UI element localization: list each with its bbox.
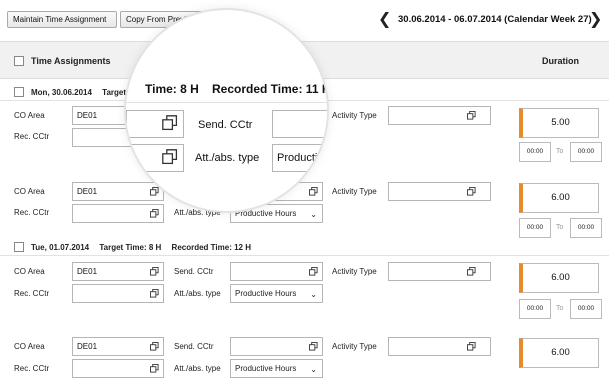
value-help-icon[interactable] [467, 111, 476, 120]
magnifier-lens: Time: 8 H Recorded Time: 11 H Send. CCtr… [124, 8, 329, 213]
time-to-label: To [556, 305, 564, 312]
time-to-input[interactable]: 00:00 [570, 218, 602, 238]
day-mon-header: Mon, 30.06.2014 Target [31, 88, 126, 97]
activity-type-label: Activity Type [332, 267, 377, 276]
co-area-label: CO Area [14, 111, 45, 120]
magnified-att-abs-type-select[interactable]: Producti [272, 144, 327, 172]
activity-type-label: Activity Type [332, 187, 377, 196]
value-help-icon[interactable] [150, 364, 159, 373]
att-abs-type-select[interactable]: Productive Hours ⌄ [230, 359, 323, 378]
chevron-down-icon: ⌄ [310, 290, 317, 299]
day-mon-target: Target [102, 88, 127, 97]
value-help-icon[interactable] [162, 149, 178, 165]
day-tue-recorded: Recorded Time: 12 H [171, 243, 251, 252]
value-help-icon[interactable] [309, 267, 318, 276]
send-cctr-label: Send. CCtr [174, 342, 214, 351]
value-help-icon[interactable] [467, 267, 476, 276]
day-mon-checkbox[interactable] [14, 87, 24, 97]
value-help-icon[interactable] [150, 342, 159, 351]
magnified-send-cctr-input[interactable] [272, 110, 327, 138]
value-help-icon[interactable] [150, 267, 159, 276]
value-help-icon[interactable] [309, 342, 318, 351]
rec-cctr-label: Rec. CCtr [14, 208, 50, 217]
value-help-icon[interactable] [467, 187, 476, 196]
time-to-label: To [556, 224, 564, 231]
value-help-icon[interactable] [467, 342, 476, 351]
previous-week-arrow-icon[interactable]: ❮ [378, 9, 391, 29]
att-abs-type-label: Att./abs. type [174, 364, 221, 373]
value-help-icon[interactable] [150, 289, 159, 298]
day-mon-date: Mon, 30.06.2014 [31, 88, 92, 97]
rec-cctr-label: Rec. CCtr [14, 132, 50, 141]
calendar-week-label: 30.06.2014 - 06.07.2014 (Calendar Week 2… [398, 14, 592, 25]
activity-type-label: Activity Type [332, 342, 377, 351]
time-from-input[interactable]: 00:00 [519, 142, 551, 162]
rec-cctr-label: Rec. CCtr [14, 289, 50, 298]
day-tue-header: Tue, 01.07.2014 Target Time: 8 H Recorde… [31, 243, 251, 252]
select-all-checkbox[interactable] [14, 56, 24, 66]
day-tue-target: Target Time: 8 H [99, 243, 162, 252]
time-assignments-title: Time Assignments [31, 56, 111, 66]
co-area-label: CO Area [14, 187, 45, 196]
day-tue-checkbox[interactable] [14, 242, 24, 252]
duration-field[interactable]: 5.00 [519, 108, 599, 138]
duration-field[interactable]: 6.00 [519, 338, 599, 368]
att-abs-type-label: Att./abs. type [174, 289, 221, 298]
time-to-input[interactable]: 00:00 [570, 142, 602, 162]
co-area-label: CO Area [14, 267, 45, 276]
time-from-input[interactable]: 00:00 [519, 218, 551, 238]
activity-type-label: Activity Type [332, 111, 377, 120]
send-cctr-label: Send. CCtr [174, 267, 214, 276]
duration-column-header: Duration [542, 56, 579, 66]
time-to-input[interactable]: 00:00 [570, 299, 602, 319]
time-to-label: To [556, 148, 564, 155]
chevron-down-icon: ⌄ [310, 365, 317, 374]
day-tue-date: Tue, 01.07.2014 [31, 243, 90, 252]
magnified-att-abs-type-label: Att./abs. type [195, 152, 260, 164]
maintain-time-assignment-button[interactable]: Maintain Time Assignment [7, 11, 117, 28]
time-from-input[interactable]: 00:00 [519, 299, 551, 319]
magnified-recorded-time: Recorded Time: 11 H [212, 82, 329, 96]
magnified-target-time: Time: 8 H [145, 82, 199, 96]
att-abs-type-select[interactable]: Productive Hours ⌄ [230, 284, 323, 303]
next-week-arrow-icon[interactable]: ❯ [589, 9, 602, 29]
value-help-icon[interactable] [162, 115, 178, 131]
duration-field[interactable]: 6.00 [519, 263, 599, 293]
duration-field[interactable]: 6.00 [519, 183, 599, 213]
rec-cctr-label: Rec. CCtr [14, 364, 50, 373]
co-area-label: CO Area [14, 342, 45, 351]
magnified-send-cctr-label: Send. CCtr [198, 119, 253, 131]
